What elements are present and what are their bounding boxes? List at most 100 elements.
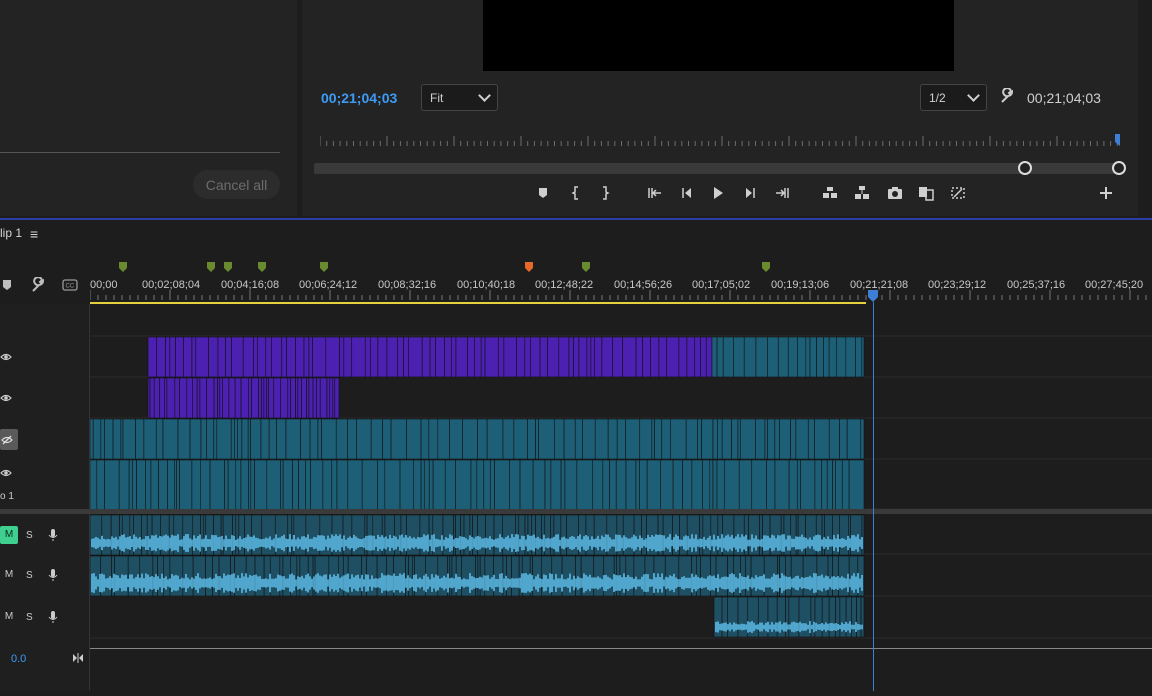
- video-clip[interactable]: [326, 377, 331, 419]
- video-clip[interactable]: [839, 418, 848, 460]
- video-clip[interactable]: [635, 459, 640, 511]
- audio-clip[interactable]: [182, 555, 194, 597]
- video-clip[interactable]: [370, 336, 379, 378]
- audio-clip[interactable]: [839, 596, 847, 638]
- video-clip[interactable]: [779, 418, 791, 460]
- audio-clip[interactable]: [835, 596, 841, 638]
- video-clip[interactable]: [158, 459, 168, 511]
- audio-clip[interactable]: [338, 555, 344, 597]
- video-clip[interactable]: [444, 336, 452, 378]
- video-clip[interactable]: [672, 459, 683, 511]
- go-to-in-icon[interactable]: [646, 184, 664, 202]
- video-clip[interactable]: [213, 418, 218, 460]
- video-clip[interactable]: [639, 459, 648, 511]
- video-clip[interactable]: [216, 418, 232, 460]
- video-clip[interactable]: [351, 336, 366, 378]
- video-clip[interactable]: [625, 418, 641, 460]
- video-clip[interactable]: [149, 377, 155, 419]
- video-clip[interactable]: [334, 377, 340, 419]
- audio-clip[interactable]: [163, 555, 171, 597]
- video-clip[interactable]: [120, 418, 124, 460]
- video-clip[interactable]: [751, 459, 768, 511]
- audio-clip[interactable]: [532, 555, 542, 597]
- video-clip[interactable]: [712, 459, 718, 511]
- video-clip[interactable]: [241, 418, 249, 460]
- audio-clip[interactable]: [307, 555, 314, 597]
- video-clip[interactable]: [435, 336, 445, 378]
- video-clip[interactable]: [292, 459, 299, 511]
- video-clip[interactable]: [250, 459, 255, 511]
- video-clip[interactable]: [143, 418, 157, 460]
- video-clip[interactable]: [578, 336, 588, 378]
- audio-clip[interactable]: [593, 514, 608, 556]
- video-clip[interactable]: [295, 377, 299, 419]
- video-clip[interactable]: [364, 336, 371, 378]
- audio-clip[interactable]: [282, 555, 291, 597]
- video-clip[interactable]: [524, 336, 531, 378]
- video-clip[interactable]: [800, 459, 816, 511]
- video-clip[interactable]: [814, 459, 823, 511]
- audio-clip[interactable]: [222, 514, 233, 556]
- audio-clip[interactable]: [477, 514, 486, 556]
- video-clip[interactable]: [230, 418, 235, 460]
- video-clip[interactable]: [301, 377, 307, 419]
- audio-clip[interactable]: [234, 555, 247, 597]
- video-clip[interactable]: [642, 336, 651, 378]
- video-clip[interactable]: [191, 336, 197, 378]
- video-clip[interactable]: [612, 336, 623, 378]
- audio-clip[interactable]: [580, 555, 595, 597]
- video-clip[interactable]: [855, 336, 863, 378]
- video-clip[interactable]: [697, 418, 702, 460]
- video-clip[interactable]: [444, 459, 456, 511]
- video-clip[interactable]: [297, 377, 302, 419]
- video-clip[interactable]: [104, 418, 114, 460]
- video-clip[interactable]: [755, 336, 768, 378]
- step-back-icon[interactable]: [678, 184, 696, 202]
- video-clip[interactable]: [276, 418, 287, 460]
- video-clip[interactable]: [654, 418, 663, 460]
- playhead-handle[interactable]: [868, 290, 878, 302]
- audio-clip[interactable]: [575, 555, 582, 597]
- audio-clip[interactable]: [261, 514, 276, 556]
- video-clip[interactable]: [156, 336, 166, 378]
- video-clip[interactable]: [527, 418, 536, 460]
- video-clip[interactable]: [711, 336, 718, 378]
- video-clip[interactable]: [774, 418, 780, 460]
- video-clip[interactable]: [764, 418, 768, 460]
- sequence-marker[interactable]: [224, 262, 232, 272]
- go-to-end-icon[interactable]: [72, 653, 84, 663]
- audio-clip[interactable]: [218, 555, 231, 597]
- video-clip[interactable]: [222, 377, 230, 419]
- add-marker-icon[interactable]: [534, 184, 552, 202]
- video-clip[interactable]: [231, 336, 244, 378]
- video-clip[interactable]: [331, 459, 338, 511]
- video-clip[interactable]: [474, 336, 482, 378]
- video-audio-divider[interactable]: [0, 509, 1152, 514]
- video-clip[interactable]: [147, 377, 151, 419]
- video-clip[interactable]: [554, 418, 565, 460]
- video-clip[interactable]: [607, 418, 618, 460]
- video-clip[interactable]: [767, 418, 776, 460]
- video-clip[interactable]: [219, 377, 224, 419]
- video-clip[interactable]: [162, 418, 179, 460]
- video-clip[interactable]: [285, 418, 301, 460]
- audio-clip[interactable]: [235, 514, 240, 556]
- video-clip[interactable]: [586, 336, 592, 378]
- video-clip[interactable]: [616, 418, 626, 460]
- video-clip[interactable]: [280, 459, 284, 511]
- audio-clip[interactable]: [133, 514, 142, 556]
- video-clip[interactable]: [539, 336, 548, 378]
- audio-clip[interactable]: [477, 555, 481, 597]
- mute-button[interactable]: M: [0, 608, 18, 626]
- video-clip[interactable]: [268, 377, 275, 419]
- video-clip[interactable]: [339, 336, 345, 378]
- video-clip[interactable]: [122, 418, 136, 460]
- audio-clip[interactable]: [699, 514, 704, 556]
- video-clip[interactable]: [347, 418, 357, 460]
- video-clip[interactable]: [480, 336, 486, 378]
- video-clip[interactable]: [594, 418, 609, 460]
- audio-clip[interactable]: [861, 514, 865, 556]
- video-clip[interactable]: [217, 336, 226, 378]
- video-clip[interactable]: [716, 459, 725, 511]
- video-clip[interactable]: [266, 377, 269, 419]
